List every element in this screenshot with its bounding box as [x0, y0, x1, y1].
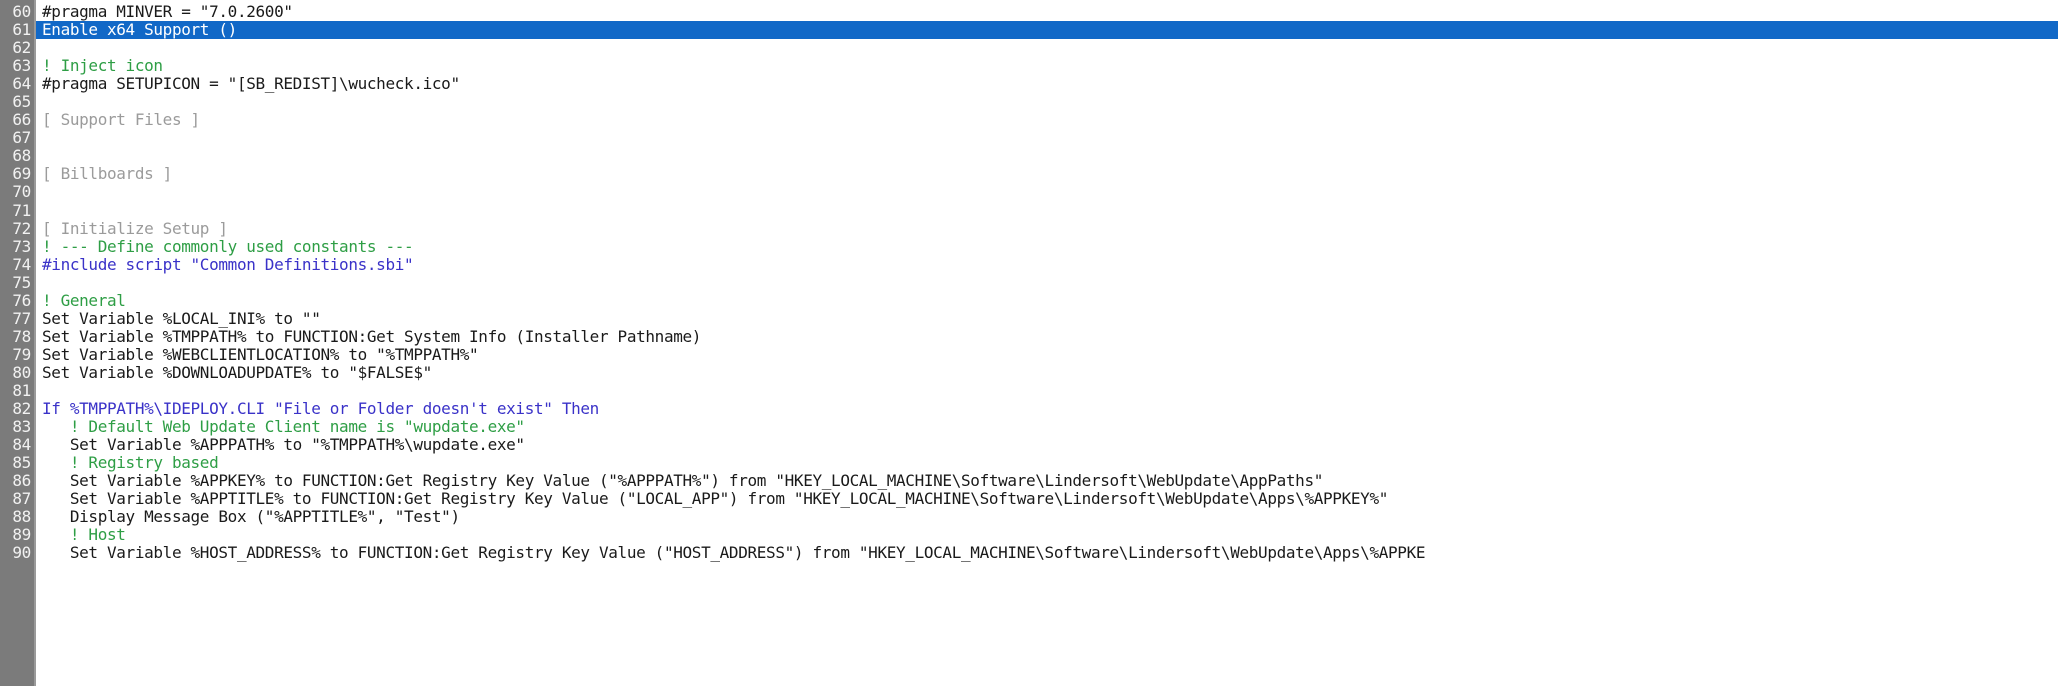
line-number: 81: [12, 381, 31, 400]
code-line[interactable]: [ Support Files ]: [36, 111, 2058, 129]
line-number: 84: [12, 436, 31, 455]
code-line[interactable]: Set Variable %LOCAL_INI% to "": [36, 310, 2058, 328]
code-line[interactable]: Set Variable %APPPATH% to "%TMPPATH%\wup…: [36, 436, 2058, 454]
line-number: 70: [12, 183, 31, 202]
line-number: 65: [12, 93, 31, 112]
line-number: 64: [12, 75, 31, 94]
line-number: 80: [12, 363, 31, 382]
code-line[interactable]: [ Billboards ]: [36, 165, 2058, 183]
code-token: ! --- Define commonly used constants ---: [42, 237, 414, 256]
line-number: 67: [12, 129, 31, 148]
line-number: 83: [12, 418, 31, 437]
line-number: 68: [12, 147, 31, 166]
line-number: 77: [12, 309, 31, 328]
line-number: 61: [12, 21, 31, 40]
line-number: 74: [12, 255, 31, 274]
code-line-selected[interactable]: Enable x64 Support (): [36, 21, 2058, 40]
code-token: #pragma MINVER = "7.0.2600": [42, 3, 293, 21]
code-line[interactable]: Set Variable %APPKEY% to FUNCTION:Get Re…: [36, 472, 2058, 490]
line-number: 86: [12, 472, 31, 491]
line-number: 71: [12, 201, 31, 220]
code-token: ! General: [42, 291, 126, 310]
code-token: Set Variable %HOST_ADDRESS% to FUNCTION:…: [42, 544, 1426, 563]
line-number: 75: [12, 273, 31, 292]
code-token: ! Default Web Update Client name is "wup…: [42, 418, 525, 437]
line-number: 69: [12, 165, 31, 184]
line-number: 60: [12, 3, 31, 21]
code-line[interactable]: #include script "Common Definitions.sbi": [36, 256, 2058, 274]
code-token: Set Variable %LOCAL_INI% to "": [42, 309, 321, 328]
code-line[interactable]: ! General: [36, 292, 2058, 310]
code-token: Set Variable %DOWNLOADUPDATE% to "$FALSE…: [42, 363, 432, 382]
line-number: 62: [12, 39, 31, 58]
line-number: 89: [12, 526, 31, 545]
line-number: 63: [12, 57, 31, 76]
code-token: ! Host: [42, 526, 126, 545]
code-line[interactable]: Set Variable %TMPPATH% to FUNCTION:Get S…: [36, 328, 2058, 346]
code-line[interactable]: [36, 129, 2058, 147]
line-number-gutter[interactable]: 60 61 62 63 64 65 66 67 68 69 70 71 72 73 74 75 76 77 78 79…: [0, 3, 36, 686]
line-number: 73: [12, 237, 31, 256]
code-line[interactable]: ! --- Define commonly used constants ---: [36, 238, 2058, 256]
code-line[interactable]: [36, 183, 2058, 201]
code-line[interactable]: [36, 274, 2058, 292]
code-token: #include script "Common Definitions.sbi": [42, 255, 414, 274]
line-number: 85: [12, 454, 31, 473]
line-number: 72: [12, 219, 31, 238]
code-line[interactable]: Set Variable %APPTITLE% to FUNCTION:Get …: [36, 490, 2058, 508]
code-token: Display Message Box ("%APPTITLE%", "Test…: [42, 508, 460, 527]
code-token: Set Variable %APPPATH% to "%TMPPATH%\wup…: [42, 436, 525, 455]
code-token: Enable x64 Support (): [42, 21, 237, 40]
code-token: #pragma SETUPICON = "[SB_REDIST]\wucheck…: [42, 75, 460, 94]
code-token: [ Support Files ]: [42, 111, 200, 130]
code-line[interactable]: #pragma MINVER = "7.0.2600": [36, 3, 2058, 21]
code-token: [ Billboards ]: [42, 165, 172, 184]
code-line[interactable]: ! Registry based: [36, 454, 2058, 472]
code-token: [ Initialize Setup ]: [42, 219, 228, 238]
code-line[interactable]: ! Default Web Update Client name is "wup…: [36, 418, 2058, 436]
code-line[interactable]: Set Variable %HOST_ADDRESS% to FUNCTION:…: [36, 544, 2058, 562]
code-line[interactable]: [36, 39, 2058, 57]
code-token: Set Variable %APPKEY% to FUNCTION:Get Re…: [42, 472, 1324, 491]
code-token: Set Variable %TMPPATH% to FUNCTION:Get S…: [42, 327, 702, 346]
code-line[interactable]: [36, 202, 2058, 220]
line-number: 90: [12, 544, 31, 563]
code-line[interactable]: ! Host: [36, 526, 2058, 544]
line-number: 88: [12, 508, 31, 527]
code-line[interactable]: If %TMPPATH%\IDEPLOY.CLI "File or Folder…: [36, 400, 2058, 418]
code-token: Set Variable %APPTITLE% to FUNCTION:Get …: [42, 490, 1389, 509]
line-number: 79: [12, 345, 31, 364]
code-text-area[interactable]: #pragma MINVER = "7.0.2600" Enable x64 Su…: [36, 3, 2058, 686]
line-number: 87: [12, 490, 31, 509]
code-line[interactable]: ! Inject icon: [36, 57, 2058, 75]
code-line[interactable]: Set Variable %WEBCLIENTLOCATION% to "%TM…: [36, 346, 2058, 364]
script-code-editor[interactable]: 60 61 62 63 64 65 66 67 68 69 70 71 72 73 74 75 76 77 78 79…: [0, 0, 2058, 686]
code-line[interactable]: [36, 382, 2058, 400]
line-number: 82: [12, 400, 31, 419]
code-token: Set Variable %WEBCLIENTLOCATION% to "%TM…: [42, 345, 479, 364]
code-line[interactable]: [ Initialize Setup ]: [36, 220, 2058, 238]
code-token: If %TMPPATH%\IDEPLOY.CLI "File or Folder…: [42, 400, 599, 419]
code-line[interactable]: Display Message Box ("%APPTITLE%", "Test…: [36, 508, 2058, 526]
line-number: 76: [12, 291, 31, 310]
line-number: 66: [12, 111, 31, 130]
code-line[interactable]: #pragma SETUPICON = "[SB_REDIST]\wucheck…: [36, 75, 2058, 93]
code-line[interactable]: Set Variable %DOWNLOADUPDATE% to "$FALSE…: [36, 364, 2058, 382]
code-token: ! Registry based: [42, 454, 219, 473]
code-token: ! Inject icon: [42, 57, 163, 76]
line-number: 78: [12, 327, 31, 346]
code-line[interactable]: [36, 93, 2058, 111]
code-line[interactable]: [36, 147, 2058, 165]
